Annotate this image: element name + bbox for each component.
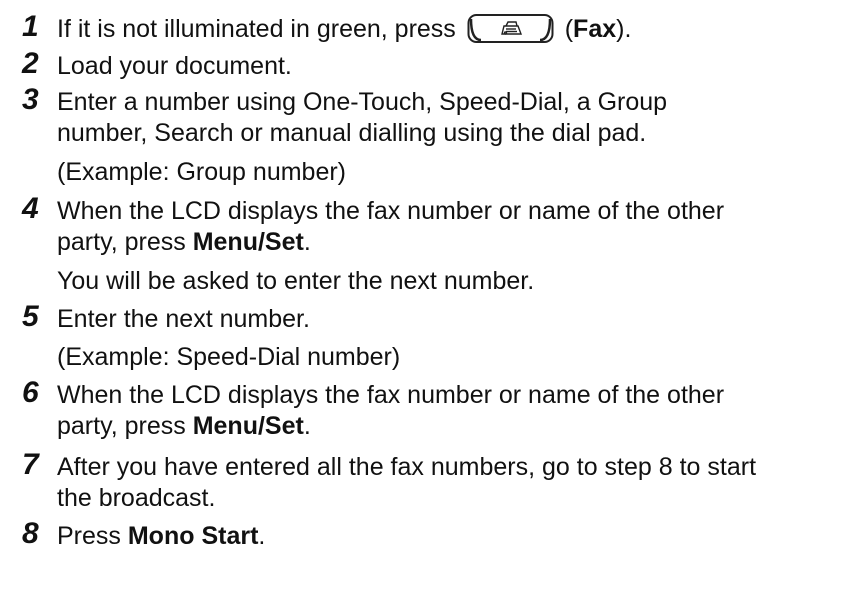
step-7-number: 7 bbox=[22, 448, 39, 481]
step-1-number: 1 bbox=[22, 10, 39, 43]
step-5-text: Enter the next number. bbox=[57, 305, 310, 333]
step-4-line-2: party, press Menu/Set. bbox=[57, 227, 311, 257]
step-4-number: 4 bbox=[22, 192, 39, 225]
step-3-line-1: Enter a number using One-Touch, Speed-Di… bbox=[57, 88, 668, 116]
fax-key-label: Fax bbox=[573, 15, 617, 43]
step-7-line-1: After you have entered all the fax numbe… bbox=[57, 453, 757, 481]
step-5-example: (Example: Speed-Dial number) bbox=[57, 343, 401, 371]
step-3-line-2: number, Search or manual dialling using … bbox=[57, 119, 647, 147]
step-6-number: 6 bbox=[22, 376, 39, 409]
step-6-pre: party, press bbox=[57, 412, 186, 440]
fax-key-icon bbox=[467, 13, 554, 44]
step-3-number: 3 bbox=[22, 83, 39, 116]
step-1-paren-open: ( bbox=[564, 15, 574, 43]
step-6-line-2: party, press Menu/Set. bbox=[57, 411, 311, 441]
step-8-post: . bbox=[258, 522, 266, 550]
step-1-text: If it is not illuminated in green, press… bbox=[57, 13, 632, 46]
step-3-example: (Example: Group number) bbox=[57, 158, 347, 186]
step-6-post: . bbox=[303, 412, 311, 440]
step-4-note: You will be asked to enter the next numb… bbox=[57, 267, 535, 295]
step-8-number: 8 bbox=[22, 517, 39, 550]
menu-set-key-label: Menu/Set bbox=[192, 228, 304, 256]
step-7-line-2: the broadcast. bbox=[57, 484, 216, 512]
step-4-pre: party, press bbox=[57, 228, 186, 256]
step-4-post: . bbox=[303, 228, 311, 256]
step-5-number: 5 bbox=[22, 300, 39, 333]
step-6-line-1: When the LCD displays the fax number or … bbox=[57, 381, 725, 409]
step-1-pre: If it is not illuminated in green, press bbox=[57, 15, 456, 43]
step-4-line-1: When the LCD displays the fax number or … bbox=[57, 197, 725, 225]
mono-start-key-label: Mono Start bbox=[127, 522, 259, 550]
step-8-pre: Press bbox=[57, 522, 121, 550]
menu-set-key-label: Menu/Set bbox=[192, 412, 304, 440]
step-2-text: Load your document. bbox=[57, 52, 292, 80]
step-1-paren-close: ). bbox=[616, 15, 632, 43]
step-8-text: Press Mono Start. bbox=[57, 521, 265, 551]
step-2-number: 2 bbox=[22, 47, 39, 80]
instruction-page: 1 If it is not illuminated in green, pre… bbox=[0, 0, 866, 607]
